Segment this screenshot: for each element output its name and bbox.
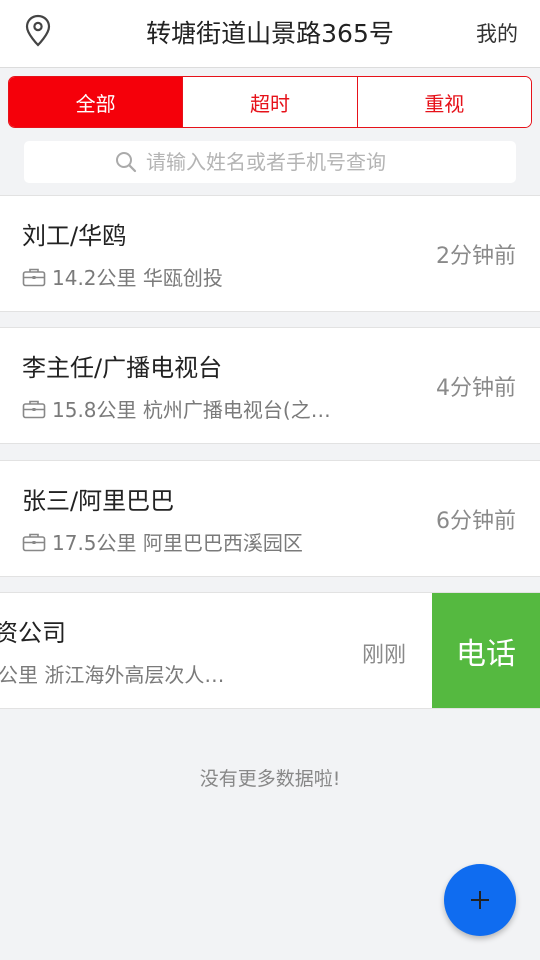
briefcase-icon xyxy=(22,267,46,287)
location-pin-icon[interactable] xyxy=(24,14,52,48)
search-input[interactable] xyxy=(146,150,426,174)
contact-name: 张三/阿里巴巴 xyxy=(22,487,175,515)
briefcase-icon xyxy=(22,399,46,419)
list-item-swiped[interactable]: 资公司 公里 浙江海外高层次人… 刚刚 电话 xyxy=(0,592,540,709)
distance-company: 公里 浙江海外高层次人… xyxy=(0,663,225,687)
list-item[interactable]: 张三/阿里巴巴 17.5公里 阿里巴巴西溪园区 6分钟前 xyxy=(0,460,540,577)
mine-button[interactable]: 我的 xyxy=(476,14,518,54)
contact-detail: 14.2公里 华瓯创投 xyxy=(22,262,223,291)
contact-name: 刘工/华鸥 xyxy=(22,222,127,250)
distance-company: 17.5公里 阿里巴巴西溪园区 xyxy=(52,531,303,555)
end-of-list-text: 没有更多数据啦! xyxy=(199,768,341,790)
time-ago: 2分钟前 xyxy=(436,244,516,269)
time-ago: 6分钟前 xyxy=(436,509,516,534)
list-item[interactable]: 刘工/华鸥 14.2公里 华瓯创投 2分钟前 xyxy=(0,195,540,312)
search-icon xyxy=(114,150,138,174)
distance-company: 14.2公里 华瓯创投 xyxy=(52,266,223,290)
contact-detail: 15.8公里 杭州广播电视台(之… xyxy=(22,394,331,423)
call-button[interactable]: 电话 xyxy=(432,593,540,708)
location-title[interactable]: 转塘街道山景路365号 xyxy=(100,14,440,54)
contact-name: 资公司 xyxy=(0,619,66,647)
top-bar: 转塘街道山景路365号 我的 xyxy=(0,0,540,68)
time-ago: 刚刚 xyxy=(362,643,407,668)
tab-all[interactable]: 全部 xyxy=(9,77,183,127)
contact-name: 李主任/广播电视台 xyxy=(22,354,223,382)
filter-segmented-control: 全部 超时 重视 xyxy=(8,76,532,128)
time-ago: 4分钟前 xyxy=(436,376,516,401)
briefcase-icon xyxy=(22,532,46,552)
contact-detail: 公里 浙江海外高层次人… xyxy=(0,659,224,688)
search-box[interactable] xyxy=(24,141,516,183)
list-item[interactable]: 李主任/广播电视台 15.8公里 杭州广播电视台(之… 4分钟前 xyxy=(0,327,540,444)
tab-overtime[interactable]: 超时 xyxy=(182,77,357,127)
contact-detail: 17.5公里 阿里巴巴西溪园区 xyxy=(22,527,303,556)
plus-icon xyxy=(471,891,489,909)
filter-panel: 全部 超时 重视 xyxy=(0,68,540,194)
tab-important[interactable]: 重视 xyxy=(356,77,531,127)
add-button[interactable] xyxy=(444,864,516,936)
distance-company: 15.8公里 杭州广播电视台(之… xyxy=(52,398,331,422)
